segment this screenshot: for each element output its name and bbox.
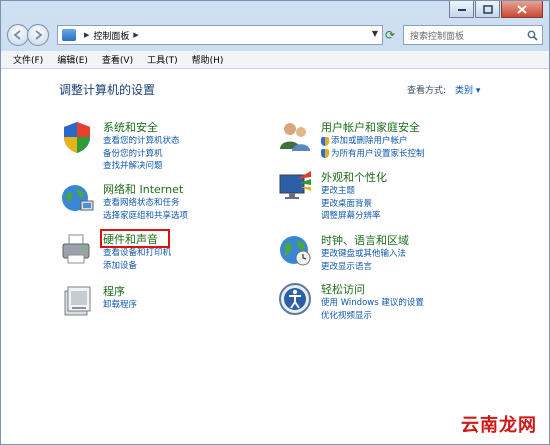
category-title[interactable]: 程序 [103, 283, 125, 299]
link-keyboard-input[interactable]: 更改键盘或其他输入法 [321, 248, 406, 261]
link-troubleshoot[interactable]: 查找并解决问题 [103, 160, 180, 173]
users-icon[interactable] [277, 119, 313, 155]
uac-shield-icon [321, 149, 329, 159]
link-optimize-display[interactable]: 优化视频显示 [321, 310, 424, 323]
forward-button[interactable] [27, 24, 49, 46]
menu-view[interactable]: 查看(V) [102, 53, 133, 66]
category-title[interactable]: 网络和 Internet [103, 181, 183, 197]
category-title[interactable]: 外观和个性化 [321, 169, 387, 185]
link-homegroup-sharing[interactable]: 选择家庭组和共享选项 [103, 210, 188, 223]
back-button[interactable] [7, 24, 29, 46]
link-recommended-settings[interactable]: 使用 Windows 建议的设置 [321, 297, 424, 310]
link-view-computer-status[interactable]: 查看您的计算机状态 [103, 135, 180, 148]
link-backup-computer[interactable]: 备份您的计算机 [103, 148, 180, 161]
menu-tools[interactable]: 工具(T) [147, 53, 178, 66]
menu-help[interactable]: 帮助(H) [192, 53, 224, 66]
view-by-dropdown[interactable]: 类别 ▾ [455, 83, 480, 96]
globe-network-icon[interactable] [59, 181, 95, 217]
link-add-remove-accounts[interactable]: 添加或删除用户帐户 [331, 135, 408, 148]
highlight-box [100, 229, 170, 248]
link-desktop-background[interactable]: 更改桌面背景 [321, 198, 381, 211]
link-change-theme[interactable]: 更改主题 [321, 185, 381, 198]
menu-file[interactable]: 文件(F) [13, 53, 43, 66]
breadcrumb-separator-icon[interactable]: ▶ [133, 31, 138, 39]
monitor-palette-icon[interactable] [277, 169, 313, 205]
link-network-status[interactable]: 查看网络状态和任务 [103, 197, 188, 210]
view-by-label: 查看方式: [407, 86, 447, 96]
control-panel-icon [62, 29, 76, 41]
ease-of-access-icon[interactable] [277, 281, 313, 317]
minimize-button[interactable] [449, 1, 474, 18]
address-dropdown-icon[interactable]: ▼ [372, 29, 378, 38]
category-title[interactable]: 系统和安全 [103, 119, 158, 135]
window-caption-buttons [449, 1, 543, 18]
shield-icon[interactable] [59, 119, 95, 155]
clock-globe-icon[interactable] [277, 232, 313, 268]
watermark: 云南龙网 [461, 415, 537, 436]
link-uninstall-program[interactable]: 卸载程序 [103, 299, 137, 312]
programs-icon[interactable] [59, 283, 95, 319]
uac-shield-icon [321, 136, 329, 146]
navigation-bar: ▶ 控制面板 ▶ ▼ ⟳ 搜索控制面板 [1, 23, 549, 49]
close-icon [517, 4, 527, 14]
search-input[interactable]: 搜索控制面板 [403, 25, 543, 45]
link-add-device[interactable]: 添加设备 [103, 260, 171, 273]
menu-bar: 文件(F) 编辑(E) 查看(V) 工具(T) 帮助(H) [1, 51, 549, 69]
control-panel-window: ▶ 控制面板 ▶ ▼ ⟳ 搜索控制面板 文件(F) 编辑(E) 查看(V) 工具… [0, 0, 550, 445]
search-icon [527, 30, 538, 41]
address-bar[interactable]: ▶ 控制面板 ▶ ▼ [57, 25, 383, 45]
link-screen-resolution[interactable]: 调整屏幕分辨率 [321, 210, 381, 223]
printer-icon[interactable] [59, 231, 95, 267]
main-content: 调整计算机的设置 查看方式: 类别 ▾ 系统和安全 查看您的计算机状态 备份您的… [1, 69, 549, 444]
search-placeholder: 搜索控制面板 [410, 31, 465, 42]
minimize-icon [457, 9, 466, 11]
link-devices-printers[interactable]: 查看设备和打印机 [103, 247, 171, 260]
close-button[interactable] [501, 1, 543, 18]
page-title: 调整计算机的设置 [59, 83, 156, 97]
category-title[interactable]: 时钟、语言和区域 [321, 232, 409, 248]
link-display-language[interactable]: 更改显示语言 [321, 261, 406, 274]
link-parental-controls[interactable]: 为所有用户设置家长控制 [331, 148, 425, 161]
category-title[interactable]: 轻松访问 [321, 281, 365, 297]
refresh-icon[interactable]: ⟳ [385, 28, 395, 42]
menu-edit[interactable]: 编辑(E) [57, 53, 88, 66]
maximize-button[interactable] [475, 1, 500, 18]
maximize-icon [482, 4, 493, 14]
breadcrumb-control-panel[interactable]: 控制面板 [93, 29, 129, 42]
category-title[interactable]: 用户帐户和家庭安全 [321, 119, 420, 135]
breadcrumb-separator-icon[interactable]: ▶ [84, 31, 89, 39]
arrow-right-icon [35, 30, 43, 40]
arrow-left-icon [13, 30, 21, 40]
